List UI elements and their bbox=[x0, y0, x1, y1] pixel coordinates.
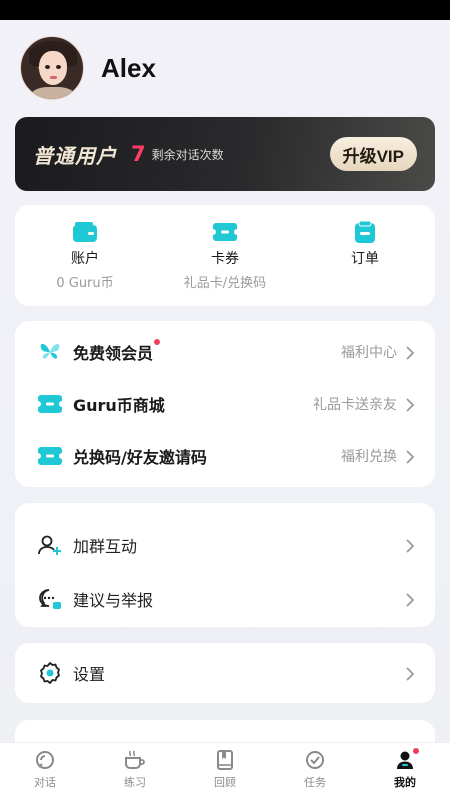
ticket-icon bbox=[37, 443, 63, 469]
tab-label: 任务 bbox=[304, 776, 326, 789]
menu-label: 设置 bbox=[73, 665, 106, 684]
ticket-icon bbox=[213, 221, 237, 243]
profile-header: Alex bbox=[20, 35, 156, 101]
menu-label: 建议与举报 bbox=[73, 591, 154, 610]
avatar[interactable] bbox=[20, 36, 84, 100]
tab-practice[interactable]: 练习 bbox=[90, 743, 180, 800]
chevron-right-icon bbox=[405, 666, 415, 681]
feedback-icon bbox=[37, 586, 63, 612]
tab-chat[interactable]: 对话 bbox=[0, 743, 90, 800]
tab-label: 我的 bbox=[394, 776, 416, 789]
wallet-icon bbox=[73, 221, 97, 243]
menu-hint: 福利中心 bbox=[341, 345, 397, 361]
remaining-label: 剩余对话次数 bbox=[151, 147, 224, 162]
gear-icon bbox=[37, 660, 63, 686]
menu-redeem-code[interactable]: 兑换码/好友邀请码 福利兑换 bbox=[15, 430, 435, 482]
tab-tasks[interactable]: 任务 bbox=[270, 743, 360, 800]
vip-banner[interactable]: 普通用户 7 剩余对话次数 升级VIP bbox=[15, 117, 435, 191]
coffee-icon bbox=[124, 749, 146, 771]
tab-review[interactable]: 回顾 bbox=[180, 743, 270, 800]
check-circle-icon bbox=[304, 749, 326, 771]
ticket-icon bbox=[37, 391, 63, 417]
menu-hint: 礼品卡送亲友 bbox=[313, 397, 397, 413]
menu-label: 加群互动 bbox=[73, 537, 138, 556]
coupons-label: 卡券 bbox=[211, 251, 239, 267]
community-menu-card: 加群互动 建议与举报 bbox=[15, 503, 435, 627]
coupons-item[interactable]: 卡券 礼品卡/兑换码 bbox=[155, 205, 295, 306]
notification-dot bbox=[413, 748, 419, 754]
order-icon bbox=[353, 221, 377, 243]
tab-label: 练习 bbox=[124, 776, 146, 789]
benefits-menu-card: 免费领会员 福利中心 Guru币商城 礼品卡送亲友 兑换码/好友邀请码 福利兑换 bbox=[15, 321, 435, 487]
book-icon bbox=[214, 749, 236, 771]
quick-actions-card: 账户 0 Guru币 卡券 礼品卡/兑换码 订单 bbox=[15, 205, 435, 306]
menu-settings[interactable]: 设置 bbox=[15, 647, 435, 699]
coupons-sub: 礼品卡/兑换码 bbox=[183, 276, 267, 291]
tab-profile[interactable]: 我的 bbox=[360, 743, 450, 800]
orders-label: 订单 bbox=[351, 251, 379, 267]
butterfly-icon bbox=[37, 339, 63, 365]
account-balance: 0 Guru币 bbox=[56, 276, 114, 291]
account-label: 账户 bbox=[71, 251, 99, 267]
chevron-right-icon bbox=[405, 397, 415, 412]
chevron-right-icon bbox=[405, 345, 415, 360]
membership-level: 普通用户 bbox=[33, 143, 117, 168]
upgrade-vip-button[interactable]: 升级VIP bbox=[329, 137, 417, 171]
add-user-icon bbox=[37, 532, 63, 558]
settings-menu-card: 设置 bbox=[15, 643, 435, 703]
menu-label: Guru币商城 bbox=[73, 396, 165, 415]
menu-hint: 福利兑换 bbox=[341, 449, 397, 465]
status-bar bbox=[0, 0, 450, 20]
tab-label: 对话 bbox=[34, 776, 56, 789]
bottom-tab-bar: 对话 练习 回顾 任务 我的 bbox=[0, 742, 450, 800]
menu-free-membership[interactable]: 免费领会员 福利中心 bbox=[15, 326, 435, 378]
orders-item[interactable]: 订单 bbox=[295, 205, 435, 306]
account-item[interactable]: 账户 0 Guru币 bbox=[15, 205, 155, 306]
menu-label: 免费领会员 bbox=[73, 339, 161, 364]
chevron-right-icon bbox=[405, 449, 415, 464]
menu-join-group[interactable]: 加群互动 bbox=[15, 519, 435, 571]
username: Alex bbox=[101, 52, 156, 83]
chevron-right-icon bbox=[405, 538, 415, 553]
chat-icon bbox=[34, 749, 56, 771]
menu-feedback[interactable]: 建议与举报 bbox=[15, 573, 435, 625]
tab-label: 回顾 bbox=[214, 776, 236, 789]
remaining-count: 7 bbox=[131, 142, 146, 166]
chevron-right-icon bbox=[405, 592, 415, 607]
menu-label: 兑换码/好友邀请码 bbox=[73, 448, 207, 467]
menu-coin-store[interactable]: Guru币商城 礼品卡送亲友 bbox=[15, 378, 435, 430]
